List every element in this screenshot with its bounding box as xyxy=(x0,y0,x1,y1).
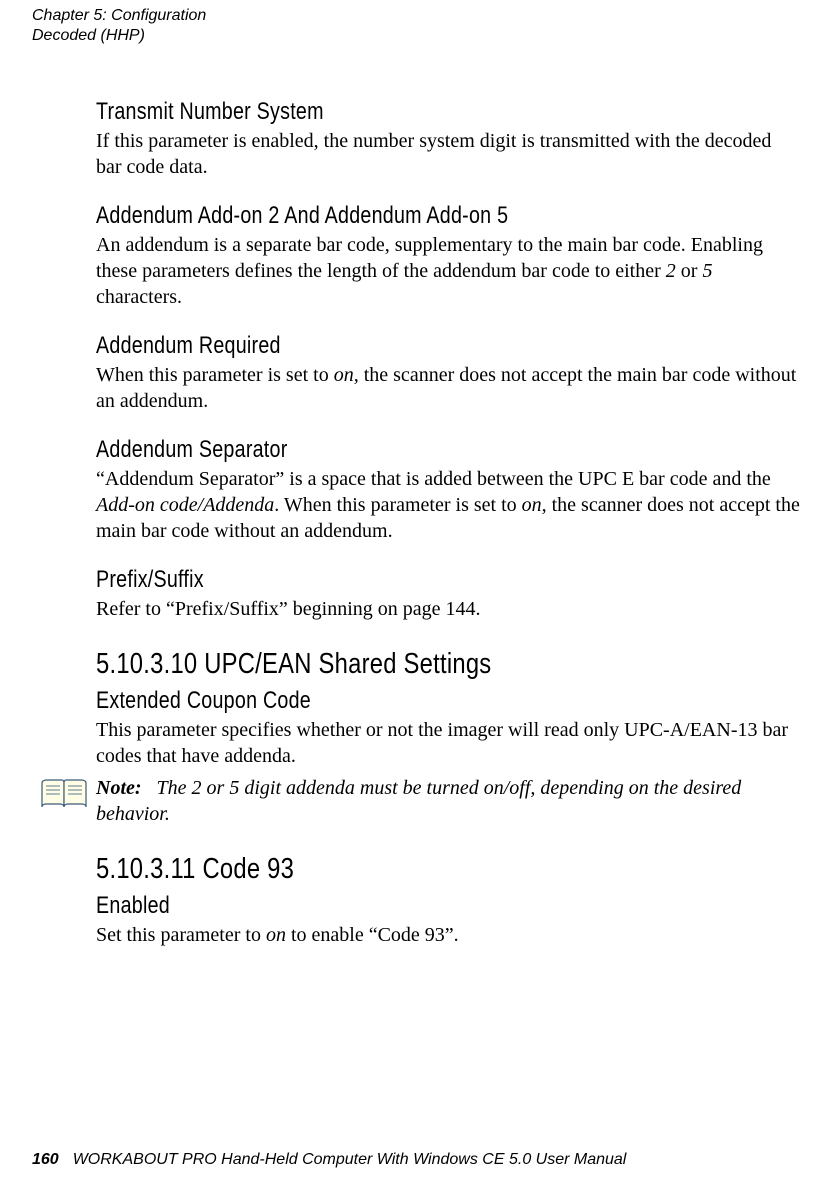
text-italic: on, xyxy=(522,494,547,516)
para-prefix-suffix: Refer to “Prefix/Suffix” beginning on pa… xyxy=(96,596,800,622)
para-addendum-required: When this parameter is set to on, the sc… xyxy=(96,362,800,414)
heading-extended-coupon-code: Extended Coupon Code xyxy=(96,687,800,715)
text: . When this parameter is set to xyxy=(274,494,521,516)
text: “Addendum Separator” is a space that is … xyxy=(96,468,771,490)
text: When this parameter is set to xyxy=(96,364,334,386)
text: Set this parameter to xyxy=(96,924,266,946)
text: characters. xyxy=(96,286,182,308)
para-transmit-number-system: If this parameter is enabled, the number… xyxy=(96,128,800,180)
text: An addendum is a separate bar code, supp… xyxy=(96,234,763,282)
para-enabled: Set this parameter to on to enable “Code… xyxy=(96,922,800,948)
text-italic: 5 xyxy=(702,260,712,282)
heading-addendum-required: Addendum Required xyxy=(96,332,800,360)
heading-enabled: Enabled xyxy=(96,892,800,920)
note-body: The 2 or 5 digit addenda must be turned … xyxy=(96,777,741,825)
heading-addendum-2-5: Addendum Add-on 2 And Addendum Add-on 5 xyxy=(96,202,800,230)
text-italic: on xyxy=(266,924,286,946)
note-text: Note: The 2 or 5 digit addenda must be t… xyxy=(96,775,800,827)
text: or xyxy=(676,260,703,282)
header-section: Decoded (HHP) xyxy=(32,26,806,46)
heading-upc-ean-shared: 5.10.3.10 UPC/EAN Shared Settings xyxy=(96,648,800,681)
footer: 160 WORKABOUT PRO Hand-Held Computer With… xyxy=(32,1151,806,1169)
text-italic: Add-on code/Addenda xyxy=(96,494,274,516)
text-italic: on, xyxy=(334,364,359,386)
page: Chapter 5: Configuration Decoded (HHP) T… xyxy=(0,0,838,1197)
footer-text: WORKABOUT PRO Hand-Held Computer With Wi… xyxy=(73,1151,627,1168)
page-number: 160 xyxy=(32,1151,59,1168)
note-block: Note: The 2 or 5 digit addenda must be t… xyxy=(32,775,800,827)
heading-prefix-suffix: Prefix/Suffix xyxy=(96,566,800,594)
header-chapter: Chapter 5: Configuration xyxy=(32,6,806,26)
book-icon xyxy=(40,777,88,813)
text: to enable “Code 93”. xyxy=(286,924,459,946)
content-body: Transmit Number System If this parameter… xyxy=(32,46,806,948)
para-addendum-separator: “Addendum Separator” is a space that is … xyxy=(96,466,800,544)
para-addendum-2-5: An addendum is a separate bar code, supp… xyxy=(96,232,800,310)
text-italic: 2 xyxy=(666,260,676,282)
heading-addendum-separator: Addendum Separator xyxy=(96,436,800,464)
para-extended-coupon-code: This parameter specifies whether or not … xyxy=(96,717,800,769)
heading-code-93: 5.10.3.11 Code 93 xyxy=(96,853,800,886)
heading-transmit-number-system: Transmit Number System xyxy=(96,98,800,126)
running-header: Chapter 5: Configuration Decoded (HHP) xyxy=(32,0,806,46)
note-label: Note: xyxy=(96,777,142,799)
